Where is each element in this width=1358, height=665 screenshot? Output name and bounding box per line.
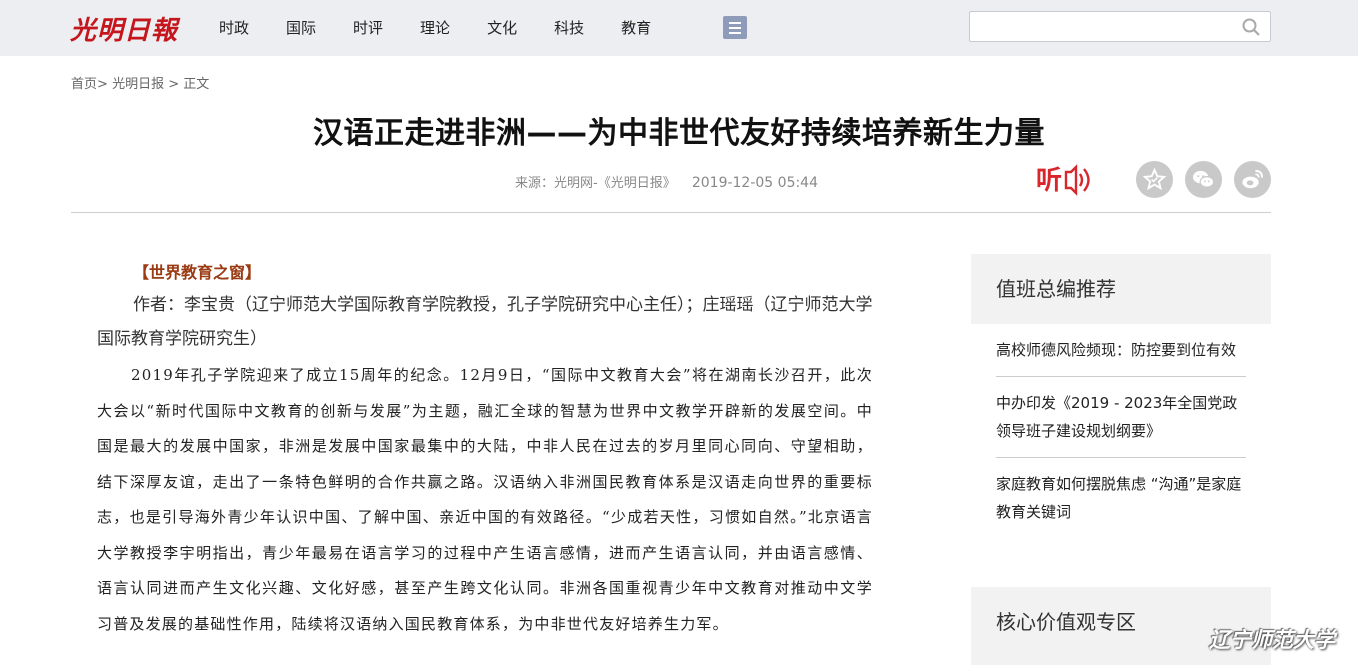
nav-item-culture[interactable]: 文化 <box>487 17 517 38</box>
header-divider <box>71 212 1271 213</box>
nav-item-education[interactable]: 教育 <box>621 17 651 38</box>
wechat-icon <box>1192 170 1215 188</box>
list-item[interactable]: 高校师德风险频现：防控要到位有效 <box>996 324 1246 377</box>
watermark-logo: 辽宁师范大学 <box>1209 627 1335 652</box>
main-nav: 时政 国际 时评 理论 文化 科技 教育 <box>219 17 688 38</box>
weibo-share-button[interactable] <box>1234 161 1271 198</box>
menu-icon[interactable] <box>723 16 747 39</box>
weibo-icon <box>1242 169 1264 189</box>
breadcrumb-current: 正文 <box>183 77 210 92</box>
nav-item-tech[interactable]: 科技 <box>554 17 584 38</box>
breadcrumb-separator: > <box>168 77 180 92</box>
article-body: 【世界教育之窗】 作者：李宝贵（辽宁师范大学国际教育学院教授，孔子学院研究中心主… <box>97 258 873 642</box>
editor-recommend-list: 高校师德风险频现：防控要到位有效 中办印发《2019 - 2023年全国党政领导… <box>971 324 1271 538</box>
search-icon[interactable] <box>1242 18 1260 36</box>
breadcrumb-home[interactable]: 首页 <box>71 77 97 92</box>
search-input[interactable] <box>970 12 1230 41</box>
article-meta: 来源：光明网-《光明日报》 2019-12-05 05:44 <box>515 172 818 191</box>
search-box <box>969 11 1271 42</box>
list-item[interactable]: 中办印发《2019 - 2023年全国党政领导班子建设规划纲要》 <box>996 377 1246 458</box>
listen-button[interactable]: 听 <box>1036 160 1094 200</box>
article-source: 来源：光明网-《光明日报》 <box>515 176 676 191</box>
star-icon <box>1143 168 1166 191</box>
nav-item-commentary[interactable]: 时评 <box>353 17 383 38</box>
column-tag: 【世界教育之窗】 <box>133 263 262 282</box>
site-logo[interactable]: 光明日報 <box>70 10 178 47</box>
sidebar-section-title: 值班总编推荐 <box>996 277 1116 301</box>
favorite-button[interactable] <box>1136 161 1173 198</box>
sound-wave-icon <box>1064 164 1090 196</box>
top-nav-bar: 光明日報 时政 国际 时评 理论 文化 科技 教育 <box>0 0 1358 56</box>
breadcrumb-section[interactable]: 光明日报 <box>112 77 164 92</box>
article-paragraph: 2019年孔子学院迎来了成立15周年的纪念。12月9日，“国际中文教育大会”将在… <box>97 366 873 633</box>
list-item[interactable]: 家庭教育如何摆脱焦虑 “沟通”是家庭教育关键词 <box>996 458 1246 538</box>
breadcrumb: 首页> 光明日报 > 正文 <box>71 73 209 92</box>
nav-item-international[interactable]: 国际 <box>286 17 316 38</box>
article-date: 2019-12-05 05:44 <box>691 175 819 191</box>
nav-item-theory[interactable]: 理论 <box>420 17 450 38</box>
wechat-share-button[interactable] <box>1185 161 1222 198</box>
nav-item-politics[interactable]: 时政 <box>219 17 249 38</box>
article-author: 作者：李宝贵（辽宁师范大学国际教育学院教授，孔子学院研究中心主任）；庄瑶瑶（辽宁… <box>97 295 873 349</box>
listen-label: 听 <box>1036 166 1063 196</box>
breadcrumb-separator: > <box>97 77 108 92</box>
article-title: 汉语正走进非洲——为中非世代友好持续培养新生力量 <box>313 116 1045 151</box>
editor-recommend-header: 值班总编推荐 <box>971 254 1271 324</box>
